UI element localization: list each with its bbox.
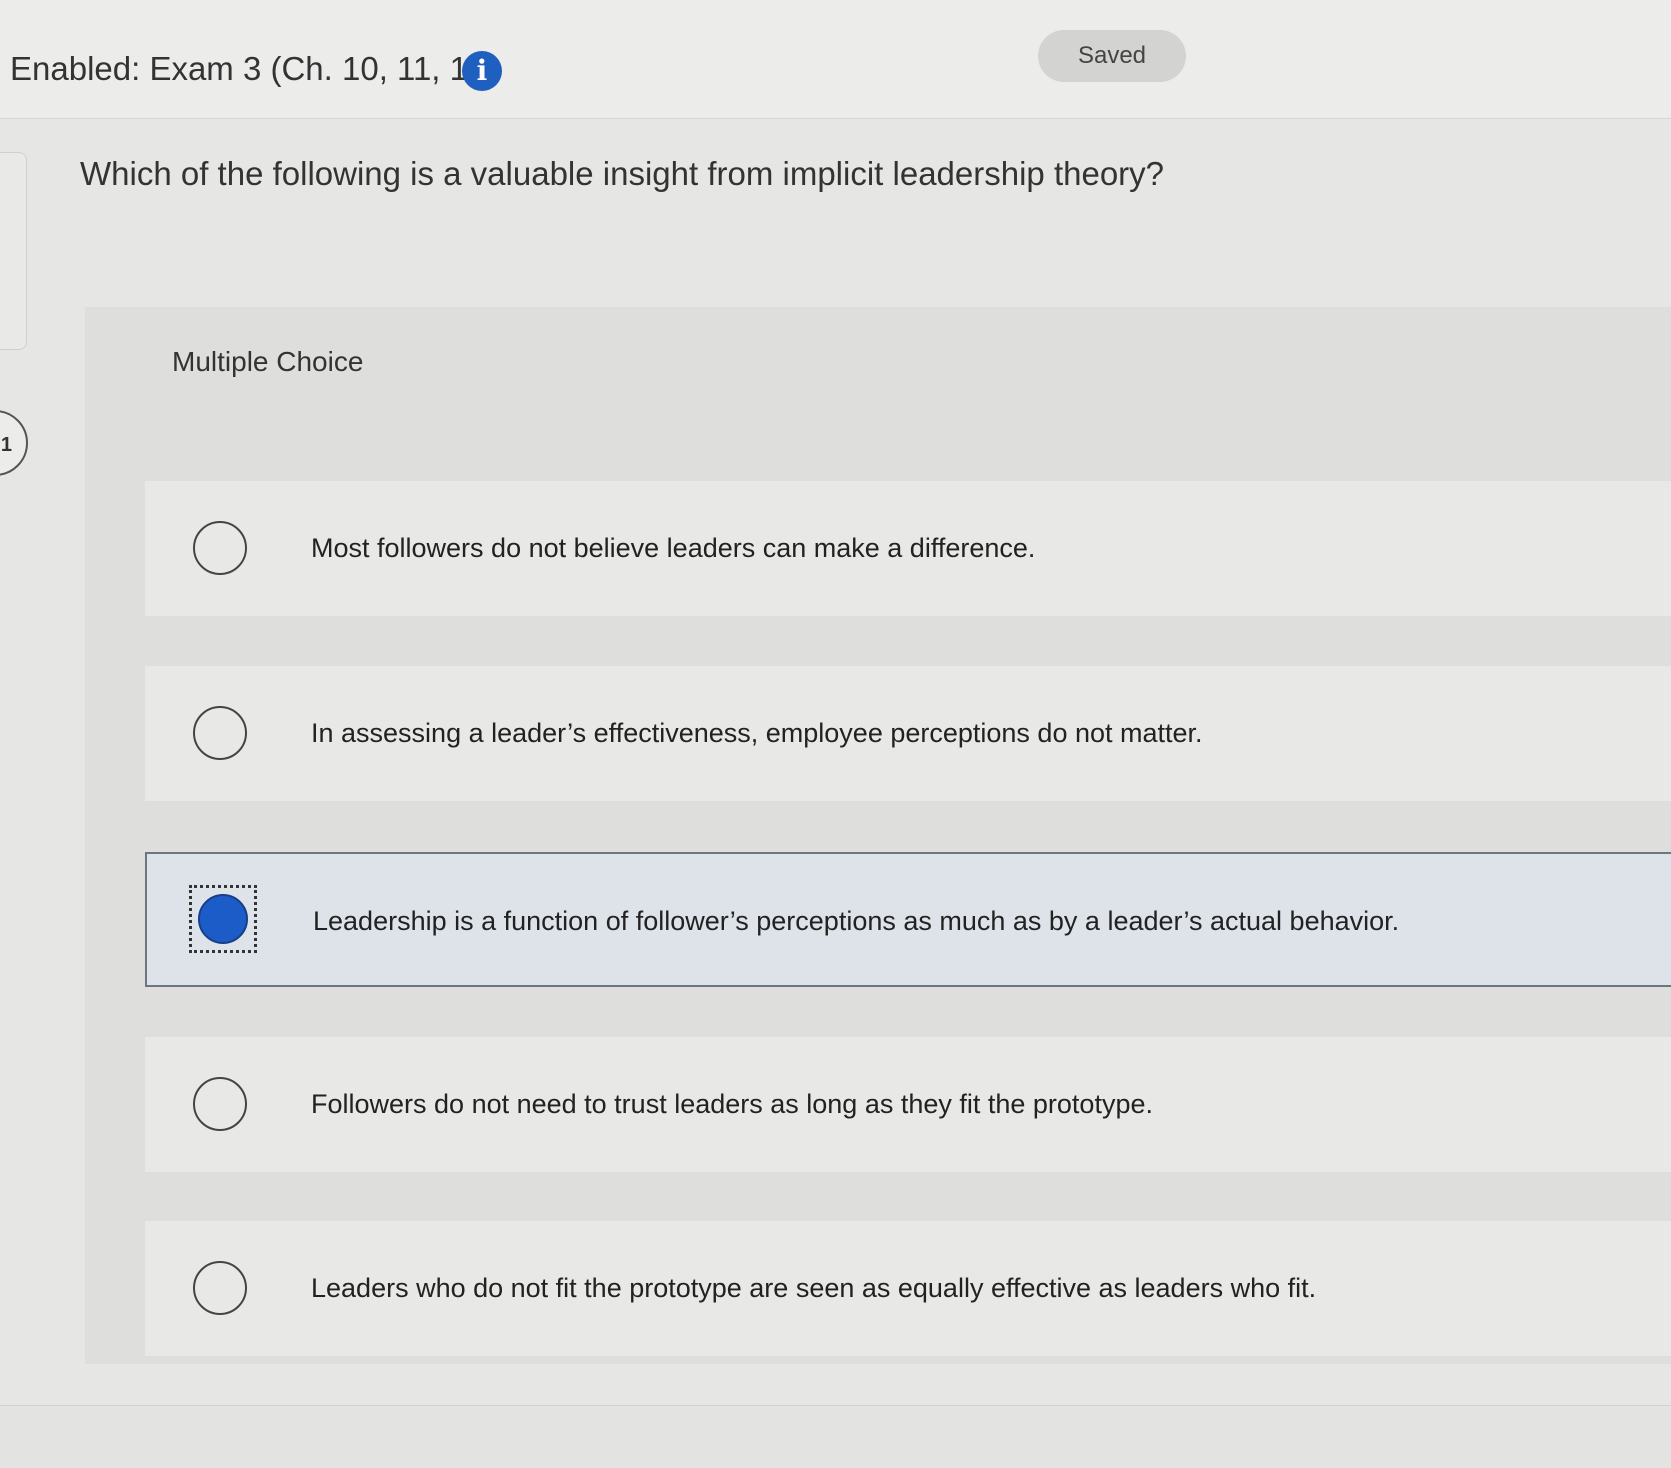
answer-option-text: Leadership is a function of follower’s p… (313, 906, 1400, 936)
answer-option-text: Most followers do not believe leaders ca… (311, 533, 1036, 563)
bottom-navigation-bar (0, 1405, 1671, 1468)
radio-button[interactable] (193, 706, 247, 760)
question-prompt: Which of the following is a valuable ins… (80, 155, 1165, 192)
radio-button[interactable] (193, 521, 247, 575)
answer-option-1[interactable]: Most followers do not believe leaders ca… (145, 481, 1671, 616)
exam-title: Enabled: Exam 3 (Ch. 10, 11, 12) (10, 50, 498, 87)
answer-option-2[interactable]: In assessing a leader’s effectiveness, e… (145, 666, 1671, 801)
multiple-choice-panel (85, 307, 1671, 1364)
answer-option-text: Followers do not need to trust leaders a… (311, 1089, 1153, 1119)
answer-option-text: In assessing a leader’s effectiveness, e… (311, 718, 1203, 748)
answer-option-4[interactable]: Followers do not need to trust leaders a… (145, 1037, 1671, 1172)
radio-button[interactable] (193, 1261, 247, 1315)
question-type-label: Multiple Choice (172, 346, 364, 377)
info-icon[interactable]: i (462, 51, 502, 91)
side-panel-tab[interactable] (0, 152, 27, 350)
answer-option-3[interactable]: Leadership is a function of follower’s p… (145, 852, 1671, 987)
radio-button-selected[interactable] (189, 885, 257, 953)
answer-option-text: Leaders who do not fit the prototype are… (311, 1273, 1317, 1303)
top-bar: Enabled: Exam 3 (Ch. 10, 11, 12) i Saved (0, 0, 1671, 119)
saved-status-badge: Saved (1038, 30, 1186, 82)
radio-button[interactable] (193, 1077, 247, 1131)
question-number-badge[interactable]: 1 (0, 410, 28, 476)
answer-option-5[interactable]: Leaders who do not fit the prototype are… (145, 1221, 1671, 1356)
radio-selected-dot-icon (198, 894, 248, 944)
